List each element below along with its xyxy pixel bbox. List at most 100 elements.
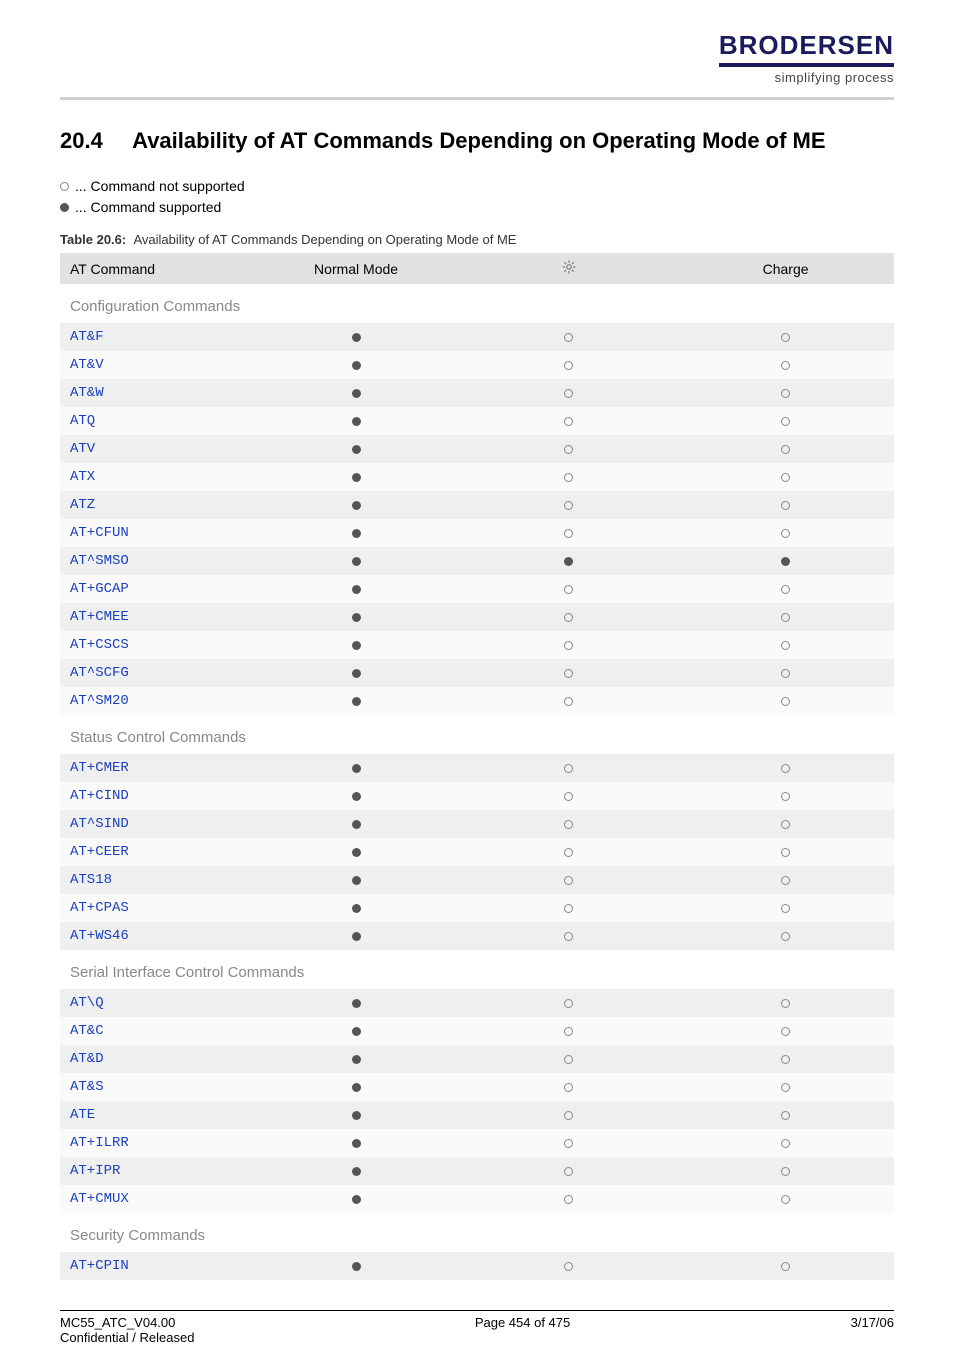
at-command-cell[interactable]: AT+ILRR [60, 1129, 252, 1157]
brand-name: BRODERSEN [719, 30, 894, 61]
open-circle-icon [781, 848, 790, 857]
open-circle-icon [781, 1262, 790, 1271]
filled-circle-icon [352, 932, 361, 941]
alarm-mode-cell [460, 754, 677, 782]
table-row: ATV [60, 435, 894, 463]
normal-mode-cell [252, 1185, 461, 1213]
at-command-cell[interactable]: AT&D [60, 1045, 252, 1073]
at-command-cell[interactable]: ATE [60, 1101, 252, 1129]
normal-mode-cell [252, 575, 461, 603]
at-command-cell[interactable]: ATV [60, 435, 252, 463]
alarm-mode-cell [460, 1185, 677, 1213]
table-row: AT+GCAP [60, 575, 894, 603]
open-circle-icon [564, 932, 573, 941]
at-command-cell[interactable]: AT+IPR [60, 1157, 252, 1185]
table-row: AT+CFUN [60, 519, 894, 547]
at-command-cell[interactable]: AT+CEER [60, 838, 252, 866]
table-row: AT&V [60, 351, 894, 379]
charge-cell [677, 631, 894, 659]
at-command-cell[interactable]: AT^SIND [60, 810, 252, 838]
alarm-mode-cell [460, 659, 677, 687]
normal-mode-cell [252, 1157, 461, 1185]
at-command-cell[interactable]: ATS18 [60, 866, 252, 894]
alarm-mode-cell [460, 603, 677, 631]
normal-mode-cell [252, 989, 461, 1017]
at-command-cell[interactable]: AT&C [60, 1017, 252, 1045]
at-command-cell[interactable]: AT&S [60, 1073, 252, 1101]
filled-circle-icon [352, 417, 361, 426]
open-circle-icon [564, 792, 573, 801]
open-circle-icon [781, 999, 790, 1008]
alarm-mode-cell [460, 435, 677, 463]
at-command-cell[interactable]: AT+CFUN [60, 519, 252, 547]
at-command-cell[interactable]: AT+CPAS [60, 894, 252, 922]
normal-mode-cell [252, 1073, 461, 1101]
table-row: ATQ [60, 407, 894, 435]
filled-circle-icon [352, 1262, 361, 1271]
filled-circle-icon [352, 669, 361, 678]
alarm-mode-cell [460, 631, 677, 659]
at-command-cell[interactable]: AT+CSCS [60, 631, 252, 659]
brand-tagline: simplifying process [775, 70, 894, 85]
filled-circle-icon [352, 641, 361, 650]
charge-cell [677, 866, 894, 894]
alarm-mode-cell [460, 1157, 677, 1185]
open-circle-icon [564, 669, 573, 678]
at-command-cell[interactable]: AT+CIND [60, 782, 252, 810]
table-caption-label: Table 20.6: [60, 232, 126, 247]
filled-circle-icon [352, 389, 361, 398]
normal-mode-cell [252, 1252, 461, 1280]
open-circle-icon [781, 417, 790, 426]
at-command-cell[interactable]: AT^SM20 [60, 687, 252, 715]
open-circle-icon [564, 333, 573, 342]
filled-circle-icon [352, 361, 361, 370]
at-command-cell[interactable]: ATZ [60, 491, 252, 519]
table-group-row: Security Commands [60, 1213, 894, 1252]
at-command-cell[interactable]: ATQ [60, 407, 252, 435]
charge-cell [677, 1017, 894, 1045]
at-command-cell[interactable]: ATX [60, 463, 252, 491]
at-command-cell[interactable]: AT&W [60, 379, 252, 407]
alarm-mode-cell [460, 519, 677, 547]
at-command-cell[interactable]: AT+CPIN [60, 1252, 252, 1280]
at-command-cell[interactable]: AT\Q [60, 989, 252, 1017]
at-command-cell[interactable]: AT+CMUX [60, 1185, 252, 1213]
table-group-row: Status Control Commands [60, 715, 894, 754]
at-command-cell[interactable]: AT+CMEE [60, 603, 252, 631]
alarm-mode-cell [460, 1101, 677, 1129]
table-row: ATE [60, 1101, 894, 1129]
alarm-mode-cell [460, 323, 677, 351]
footer-rule [60, 1310, 894, 1311]
open-circle-icon [564, 697, 573, 706]
open-circle-icon [781, 1139, 790, 1148]
filled-circle-icon [352, 876, 361, 885]
section-title: 20.4 Availability of AT Commands Dependi… [60, 128, 894, 154]
header-charge: Charge [677, 253, 894, 284]
charge-cell [677, 922, 894, 950]
open-circle-icon [564, 613, 573, 622]
at-command-cell[interactable]: AT+GCAP [60, 575, 252, 603]
at-command-cell[interactable]: AT+CMER [60, 754, 252, 782]
at-command-cell[interactable]: AT^SCFG [60, 659, 252, 687]
filled-circle-icon [352, 904, 361, 913]
at-command-cell[interactable]: AT&V [60, 351, 252, 379]
open-circle-icon [564, 1167, 573, 1176]
at-command-cell[interactable]: AT&F [60, 323, 252, 351]
open-circle-icon [564, 473, 573, 482]
normal-mode-cell [252, 547, 461, 575]
at-command-cell[interactable]: AT+WS46 [60, 922, 252, 950]
table-row: AT+ILRR [60, 1129, 894, 1157]
filled-circle-icon [352, 613, 361, 622]
open-circle-icon [781, 1083, 790, 1092]
normal-mode-cell [252, 1017, 461, 1045]
open-circle-icon [564, 820, 573, 829]
at-command-cell[interactable]: AT^SMSO [60, 547, 252, 575]
table-group-row: Configuration Commands [60, 284, 894, 323]
table-row: AT&C [60, 1017, 894, 1045]
table-caption-text: Availability of AT Commands Depending on… [133, 232, 516, 247]
open-circle-icon [564, 764, 573, 773]
alarm-mode-cell [460, 810, 677, 838]
charge-cell [677, 810, 894, 838]
open-circle-icon [60, 182, 69, 191]
filled-circle-icon [60, 203, 69, 212]
